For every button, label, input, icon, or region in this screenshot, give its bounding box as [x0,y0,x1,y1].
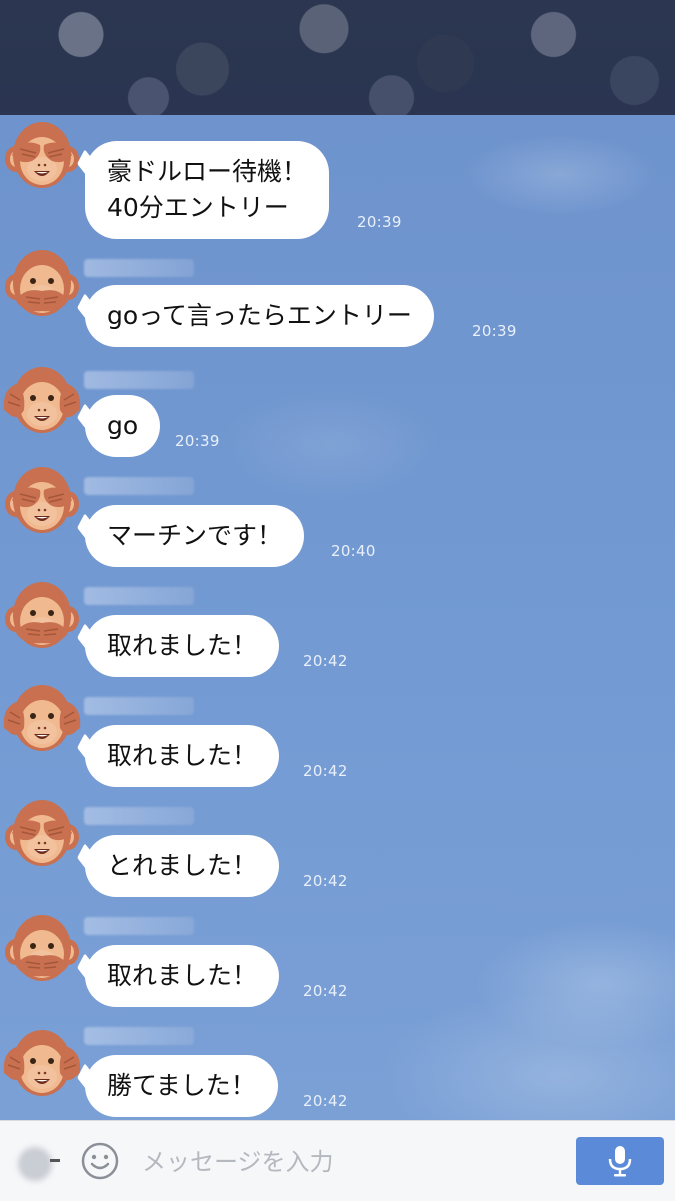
message-bubble[interactable]: go [77,395,161,457]
message-bubble[interactable]: 勝てました！ [77,1055,278,1117]
message-timestamp: 20:39 [472,322,517,340]
message-input[interactable] [140,1141,554,1183]
sender-name-blurred [84,807,194,825]
hear-no-evil-monkey-icon [3,1030,81,1096]
message-bubble[interactable]: 取れました！ [77,725,280,787]
see-no-evil-monkey-icon [5,122,79,188]
message-text: 取れました！ [107,961,258,990]
message-timestamp: 20:39 [175,432,220,450]
hear-no-evil-monkey-avatar[interactable] [2,360,82,440]
message-timestamp: 20:39 [357,213,402,231]
hear-no-evil-monkey-icon [3,367,81,433]
sender-name-blurred [84,697,194,715]
chat-message-list[interactable]: 豪ドルロー待機！ 40分エントリー 20:39 goって言ったらエントリー 20:3… [0,115,675,1120]
message-bubble[interactable]: 取れました！ [77,615,280,677]
add-attachment-dash [50,1159,60,1162]
sender-name-blurred [84,371,194,389]
message-bubble[interactable]: 取れました！ [77,945,280,1007]
see-no-evil-monkey-icon [5,800,79,866]
message-bubble[interactable]: マーチンです！ [77,505,305,567]
hear-no-evil-monkey-icon [3,685,81,751]
message-bubble[interactable]: とれました！ [77,835,280,897]
message-timestamp: 20:40 [331,542,376,560]
hear-no-evil-monkey-avatar[interactable] [2,1023,82,1103]
hear-no-evil-monkey-avatar[interactable] [2,678,82,758]
speak-no-evil-monkey-avatar[interactable] [2,575,82,655]
message-timestamp: 20:42 [303,762,348,780]
message-timestamp: 20:42 [303,652,348,670]
see-no-evil-monkey-avatar[interactable] [2,793,82,873]
microphone-icon [608,1146,632,1177]
sender-name-blurred [84,259,194,277]
message-text: 取れました！ [107,631,258,660]
microphone-button[interactable] [576,1137,664,1185]
smiley-icon[interactable] [80,1141,120,1181]
add-attachment-icon[interactable] [14,1143,56,1185]
message-timestamp: 20:42 [303,982,348,1000]
message-text: 勝てました！ [107,1071,256,1100]
speak-no-evil-monkey-icon [5,915,79,981]
message-timestamp: 20:42 [303,872,348,890]
chat-header-blurred [0,0,675,115]
sender-name-blurred [84,1027,194,1045]
speak-no-evil-monkey-icon [5,582,79,648]
speak-no-evil-monkey-icon [5,250,79,316]
see-no-evil-monkey-icon [5,467,79,533]
message-text: 取れました！ [107,741,258,770]
message-text: とれました！ [107,851,258,880]
message-text: go [107,411,139,440]
sender-name-blurred [84,917,194,935]
message-timestamp: 20:42 [303,1092,348,1110]
message-bubble[interactable]: 豪ドルロー待機！ 40分エントリー [77,141,330,239]
sender-name-blurred [84,587,194,605]
message-bubble[interactable]: goって言ったらエントリー [77,285,434,347]
sender-name-blurred [84,477,194,495]
message-text: 豪ドルロー待機！ 40分エントリー [107,157,308,222]
see-no-evil-monkey-avatar[interactable] [2,460,82,540]
speak-no-evil-monkey-avatar[interactable] [2,243,82,323]
message-text: goって言ったらエントリー [107,301,412,330]
message-input-bar [0,1120,675,1201]
see-no-evil-monkey-avatar[interactable] [2,115,82,195]
message-text: マーチンです！ [107,521,283,550]
speak-no-evil-monkey-avatar[interactable] [2,908,82,988]
